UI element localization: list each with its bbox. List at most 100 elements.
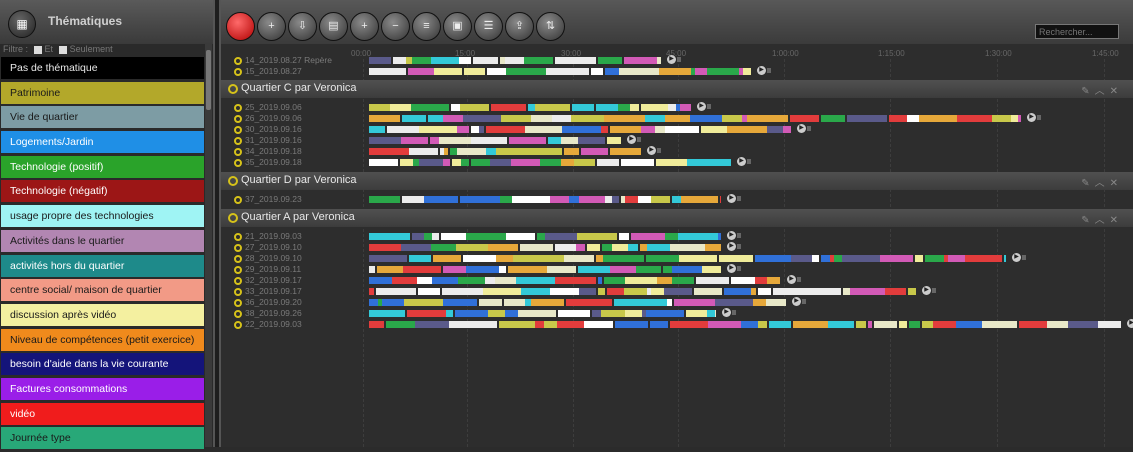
theme-segment[interactable] [767, 126, 783, 133]
theme-segment[interactable] [434, 68, 462, 75]
timeline-track[interactable] [369, 299, 786, 306]
theme-segment[interactable] [531, 299, 564, 306]
theme-segment[interactable] [612, 196, 619, 203]
theme-segment[interactable] [419, 159, 443, 166]
theme-segment[interactable] [369, 196, 400, 203]
theme-segment[interactable] [393, 57, 406, 64]
theme-segment[interactable] [753, 299, 766, 306]
theme-segment[interactable] [577, 233, 617, 240]
theme-segment[interactable] [424, 233, 432, 240]
theme-segment[interactable] [665, 126, 699, 133]
theme-segment[interactable] [505, 310, 518, 317]
theme-segment[interactable] [460, 196, 500, 203]
theme-segment[interactable] [557, 321, 584, 328]
close-icon[interactable]: ✕ [1110, 86, 1123, 97]
theme-segment[interactable] [610, 126, 641, 133]
theme-segment[interactable] [369, 159, 398, 166]
theme-segment[interactable] [956, 321, 982, 328]
theme-item[interactable]: Patrimoine [1, 81, 204, 104]
theme-segment[interactable] [446, 310, 453, 317]
theme-segment[interactable] [880, 255, 913, 262]
add-person-icon[interactable]: + [350, 12, 379, 41]
theme-segment[interactable] [561, 137, 578, 144]
theme-segment[interactable] [369, 310, 405, 317]
theme-segment[interactable] [621, 159, 654, 166]
theme-segment[interactable] [509, 115, 531, 122]
image-icon[interactable]: ▣ [443, 12, 472, 41]
theme-segment[interactable] [443, 266, 466, 273]
theme-segment[interactable] [555, 57, 596, 64]
theme-segment[interactable] [439, 277, 458, 284]
theme-segment[interactable] [610, 266, 636, 273]
theme-segment[interactable] [1019, 321, 1047, 328]
theme-segment[interactable] [516, 277, 555, 284]
theme-segment[interactable] [471, 126, 479, 133]
theme-item[interactable]: vidéo [1, 402, 204, 425]
play-icon[interactable]: ▶ [727, 194, 736, 203]
theme-segment[interactable] [441, 233, 466, 240]
theme-segment[interactable] [578, 137, 605, 144]
theme-segment[interactable] [933, 321, 956, 328]
recording-row[interactable]: 25_2019.09.06 ▶ [221, 102, 1133, 113]
theme-segment[interactable] [657, 277, 672, 284]
theme-segment[interactable] [496, 148, 537, 155]
theme-segment[interactable] [520, 244, 553, 251]
theme-segment[interactable] [545, 233, 577, 240]
theme-segment[interactable] [521, 288, 550, 295]
theme-segment[interactable] [751, 288, 756, 295]
theme-segment[interactable] [705, 244, 721, 251]
group-header[interactable]: Quartier C par Veronica ✎︿✕ [221, 80, 1133, 98]
theme-segment[interactable] [957, 115, 992, 122]
import-icon[interactable]: ⇩ [288, 12, 317, 41]
theme-segment[interactable] [678, 233, 718, 240]
theme-segment[interactable] [464, 68, 485, 75]
recording-row[interactable]: 37_2019.09.23 ▶ [221, 194, 1133, 205]
theme-segment[interactable] [449, 321, 456, 328]
theme-segment[interactable] [656, 159, 687, 166]
close-icon[interactable]: ✕ [1110, 215, 1123, 226]
theme-segment[interactable] [664, 288, 692, 295]
theme-segment[interactable] [496, 255, 513, 262]
theme-item[interactable]: activités hors du quartier [1, 254, 204, 277]
theme-segment[interactable] [419, 115, 426, 122]
theme-segment[interactable] [741, 321, 758, 328]
theme-segment[interactable] [537, 233, 545, 240]
theme-segment[interactable] [503, 126, 525, 133]
theme-segment[interactable] [821, 115, 845, 122]
theme-segment[interactable] [506, 68, 546, 75]
theme-segment[interactable] [376, 288, 416, 295]
theme-segment[interactable] [506, 233, 535, 240]
recording-row[interactable]: 21_2019.09.03 ▶ [221, 231, 1133, 242]
theme-segment[interactable] [443, 299, 477, 306]
theme-segment[interactable] [460, 104, 489, 111]
theme-segment[interactable] [719, 255, 753, 262]
theme-segment[interactable] [369, 299, 378, 306]
theme-segment[interactable] [403, 266, 441, 273]
theme-segment[interactable] [537, 148, 562, 155]
theme-segment[interactable] [369, 68, 406, 75]
theme-segment[interactable] [402, 115, 419, 122]
recording-row[interactable]: 35_2019.09.18 ▶ [221, 157, 1133, 168]
theme-segment[interactable] [708, 321, 741, 328]
theme-segment[interactable] [495, 277, 516, 284]
theme-segment[interactable] [411, 104, 449, 111]
theme-segment[interactable] [640, 244, 647, 251]
theme-segment[interactable] [508, 266, 547, 273]
theme-segment[interactable] [948, 255, 965, 262]
theme-segment[interactable] [546, 68, 568, 75]
theme-segment[interactable] [874, 321, 897, 328]
theme-segment[interactable] [505, 57, 513, 64]
theme-segment[interactable] [834, 255, 842, 262]
theme-segment[interactable] [564, 255, 594, 262]
timeline-track[interactable] [369, 148, 641, 155]
timeline-track[interactable] [369, 244, 721, 251]
theme-segment[interactable] [681, 196, 718, 203]
theme-segment[interactable] [463, 255, 496, 262]
play-icon[interactable]: ▶ [727, 242, 736, 251]
theme-segment[interactable] [432, 277, 439, 284]
theme-segment[interactable] [619, 68, 659, 75]
timeline-track[interactable] [369, 255, 1006, 262]
theme-segment[interactable] [540, 159, 561, 166]
timeline-track[interactable] [369, 137, 621, 144]
theme-segment[interactable] [564, 148, 579, 155]
